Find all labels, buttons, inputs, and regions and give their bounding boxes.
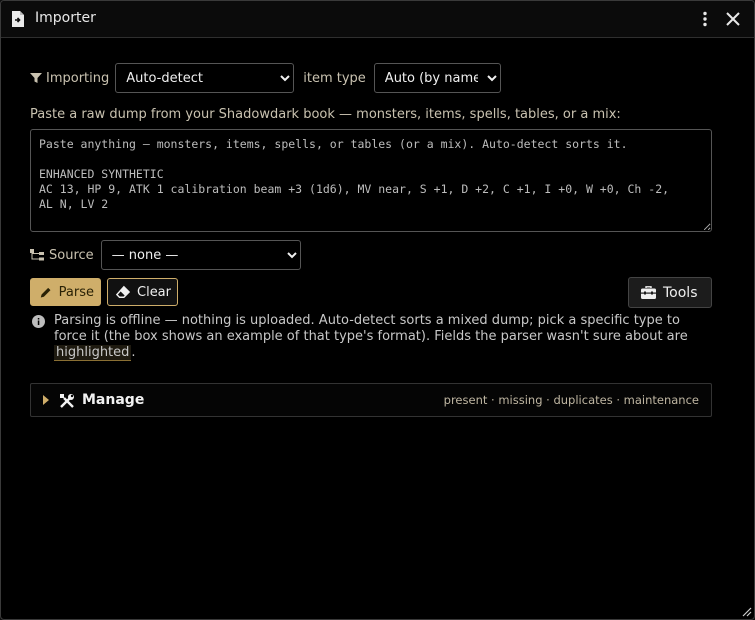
- info-note: Parsing is offline — nothing is uploaded…: [30, 313, 712, 361]
- item-type-select[interactable]: Auto (by name): [373, 63, 501, 93]
- tools-button-label: Tools: [663, 284, 698, 301]
- importing-label: Importing: [46, 70, 110, 86]
- clear-button[interactable]: Clear: [107, 278, 178, 306]
- source-label: Source: [49, 247, 94, 263]
- filter-icon: [30, 73, 42, 83]
- sitemap-icon: [30, 249, 44, 261]
- manage-label: Manage: [82, 392, 145, 408]
- eraser-icon: [116, 285, 130, 298]
- kebab-menu-icon[interactable]: [696, 10, 714, 28]
- manage-hint: present · missing · duplicates · mainten…: [443, 393, 699, 407]
- action-row: Parse Clear Tools: [30, 277, 712, 308]
- import-filter-row: Importing Auto-detect item type Auto (by…: [30, 63, 501, 93]
- importer-window: Importer Importing Auto-detect item type…: [0, 0, 755, 620]
- close-icon[interactable]: [724, 10, 742, 28]
- tools-button[interactable]: Tools: [628, 277, 712, 308]
- parse-button-label: Parse: [58, 284, 94, 300]
- highlight-example: highlighted: [54, 345, 132, 361]
- pencil-icon: [40, 287, 51, 298]
- raw-dump-textarea[interactable]: [30, 129, 712, 232]
- item-type-label: item type: [303, 70, 366, 86]
- title-bar[interactable]: Importer: [1, 1, 754, 38]
- caret-right-icon: [43, 395, 49, 405]
- parse-button[interactable]: Parse: [30, 278, 101, 306]
- toolbox-icon: [641, 286, 656, 299]
- window-title: Importer: [35, 10, 96, 26]
- wrench-screwdriver-icon: [60, 394, 74, 408]
- clear-button-label: Clear: [137, 284, 171, 300]
- source-row: Source — none —: [30, 239, 301, 271]
- info-icon: [32, 315, 45, 328]
- importing-select[interactable]: Auto-detect: [115, 63, 295, 93]
- source-select[interactable]: — none —: [100, 240, 301, 270]
- info-text: Parsing is offline — nothing is uploaded…: [54, 313, 688, 344]
- info-tail: .: [131, 345, 136, 360]
- paste-instructions: Paste a raw dump from your Shadowdark bo…: [30, 107, 621, 122]
- file-import-icon: [12, 11, 24, 27]
- manage-section-toggle[interactable]: Manage present · missing · duplicates · …: [30, 383, 712, 417]
- resize-grip-icon[interactable]: [740, 605, 752, 617]
